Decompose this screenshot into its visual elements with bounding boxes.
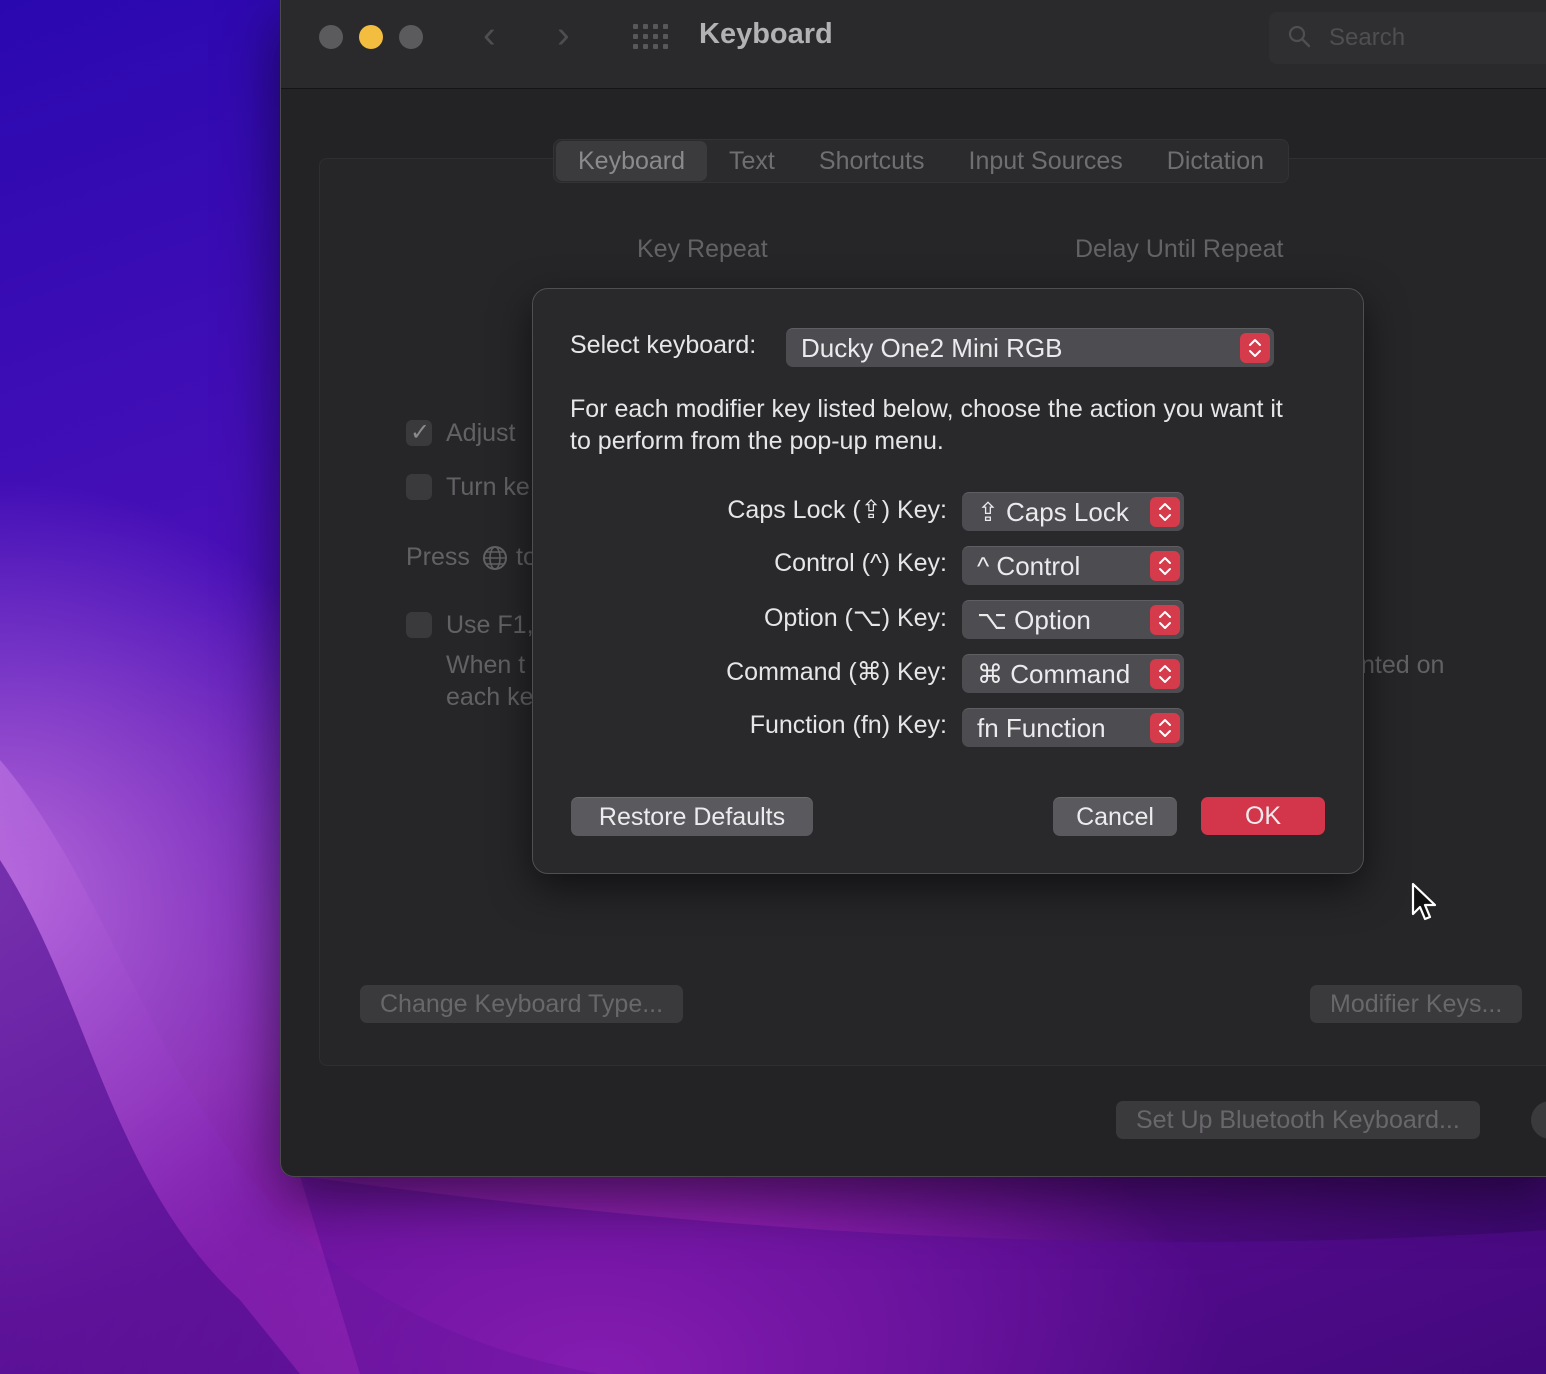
option-key-label: Option (⌥) Key: [763, 604, 947, 632]
modifier-keys-button[interactable]: Modifier Keys... [1310, 985, 1523, 1023]
forward-chevron-icon[interactable]: › [557, 14, 570, 57]
tab-shortcuts[interactable]: Shortcuts [797, 141, 947, 181]
zoom-window-button[interactable] [399, 25, 423, 49]
modifier-keys-dialog: Select keyboard: Ducky One2 Mini RGB For… [532, 288, 1364, 874]
command-key-popup[interactable]: ⌘ Command [962, 654, 1184, 693]
select-keyboard-popup[interactable]: Ducky One2 Mini RGB [786, 328, 1274, 367]
tab-bar: Keyboard Text Shortcuts Input Sources Di… [553, 139, 1290, 183]
command-key-label: Command (⌘) Key: [726, 658, 947, 686]
function-keys-description-line-1: When t [446, 651, 526, 679]
option-key-value: ⌥ Option [977, 605, 1091, 635]
function-keys-description-line-2: each ke [446, 683, 534, 711]
window-title: Keyboard [699, 18, 833, 50]
ok-button[interactable]: OK [1201, 797, 1325, 835]
adjust-option-text: Adjust [446, 419, 516, 447]
restore-defaults-button[interactable]: Restore Defaults [571, 797, 813, 836]
function-key-value: fn Function [977, 713, 1106, 743]
control-key-popup[interactable]: ^ Control [962, 546, 1184, 585]
search-field[interactable]: Search [1269, 12, 1546, 64]
press-globe-text: Press [406, 543, 470, 571]
stepper-arrows-icon [1150, 605, 1180, 635]
show-all-grid-icon[interactable] [633, 24, 669, 50]
option-key-popup[interactable]: ⌥ Option [962, 600, 1184, 639]
stepper-arrows-icon [1150, 497, 1180, 527]
use-function-keys-text: Use F1, [446, 611, 534, 639]
close-window-button[interactable] [319, 25, 343, 49]
function-key-label: Function (fn) Key: [749, 711, 947, 739]
dialog-description: For each modifier key listed below, choo… [570, 395, 1283, 455]
search-placeholder: Search [1329, 24, 1406, 51]
tab-text[interactable]: Text [707, 141, 797, 181]
tab-dictation[interactable]: Dictation [1145, 141, 1286, 181]
help-button[interactable] [1531, 1101, 1546, 1139]
use-function-keys-checkbox[interactable] [406, 612, 432, 638]
turn-backlight-off-checkbox[interactable] [406, 474, 432, 500]
delay-until-repeat-label: Delay Until Repeat [1075, 235, 1284, 263]
stepper-arrows-icon [1150, 713, 1180, 743]
stepper-arrows-icon [1150, 551, 1180, 581]
control-key-value: ^ Control [977, 551, 1081, 581]
back-chevron-icon[interactable]: ‹ [483, 14, 496, 57]
adjust-brightness-checkbox[interactable] [406, 418, 432, 447]
cancel-button[interactable]: Cancel [1053, 797, 1177, 836]
select-keyboard-label: Select keyboard: [570, 331, 757, 359]
globe-icon [483, 546, 507, 570]
stepper-arrows-icon [1150, 659, 1180, 689]
title-bar: ‹ › Keyboard Search [281, 0, 1546, 89]
key-repeat-label: Key Repeat [637, 235, 768, 263]
caps-lock-key-popup[interactable]: ⇪ Caps Lock [962, 492, 1184, 531]
tab-keyboard[interactable]: Keyboard [556, 141, 708, 181]
selected-keyboard-value: Ducky One2 Mini RGB [801, 333, 1063, 363]
caps-lock-key-label: Caps Lock (⇪) Key: [727, 496, 947, 524]
search-icon [1288, 25, 1311, 48]
mouse-pointer-icon [1411, 882, 1437, 921]
tab-input-sources[interactable]: Input Sources [947, 141, 1145, 181]
caps-lock-key-value: ⇪ Caps Lock [977, 497, 1129, 527]
change-keyboard-type-button[interactable]: Change Keyboard Type... [360, 985, 684, 1023]
turn-option-text: Turn ke [446, 473, 530, 501]
function-keys-description-fragment: nted on [1361, 651, 1445, 679]
stepper-arrows-icon [1240, 333, 1270, 363]
function-key-popup[interactable]: fn Function [962, 708, 1184, 747]
control-key-label: Control (^) Key: [774, 549, 947, 577]
command-key-value: ⌘ Command [977, 659, 1131, 689]
set-up-bluetooth-keyboard-button[interactable]: Set Up Bluetooth Keyboard... [1116, 1101, 1480, 1139]
minimize-window-button[interactable] [359, 25, 383, 49]
